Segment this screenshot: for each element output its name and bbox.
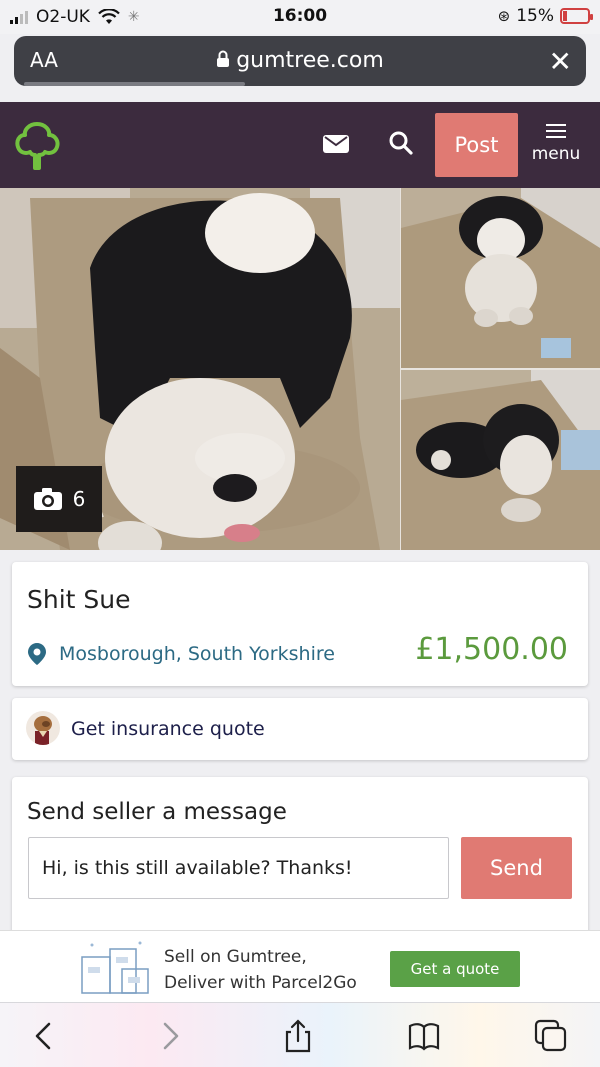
camera-icon bbox=[33, 488, 62, 510]
promo-line-2: Deliver with Parcel2Go bbox=[164, 973, 357, 993]
main-photo[interactable]: 6 bbox=[0, 188, 400, 550]
forward-icon[interactable] bbox=[153, 1019, 187, 1053]
lock-icon bbox=[217, 50, 230, 67]
insurance-link[interactable]: Get insurance quote bbox=[71, 718, 265, 740]
photo-count: 6 bbox=[72, 487, 86, 511]
listing-price: £1,500.00 bbox=[415, 632, 568, 667]
get-quote-button[interactable]: Get a quote bbox=[390, 951, 520, 987]
status-right: ⊛ 15% bbox=[497, 6, 593, 26]
send-button[interactable]: Send bbox=[461, 837, 572, 899]
site-header: Post menu bbox=[0, 102, 600, 188]
insurance-quote-card[interactable]: Get insurance quote bbox=[12, 698, 588, 760]
parcel2go-banner[interactable]: Sell on Gumtree, Deliver with Parcel2Go … bbox=[0, 930, 600, 1002]
post-ad-button[interactable]: Post bbox=[435, 113, 518, 177]
location-pin-icon bbox=[28, 643, 46, 665]
domain-text: gumtree.com bbox=[236, 48, 384, 73]
close-icon[interactable]: ✕ bbox=[549, 45, 572, 78]
messages-icon[interactable] bbox=[323, 135, 349, 153]
listing-title: Shit Sue bbox=[27, 585, 131, 614]
promo-text: Sell on Gumtree, Deliver with Parcel2Go bbox=[164, 944, 357, 996]
browser-toolbar bbox=[0, 1002, 600, 1067]
message-seller-card: Send seller a message Hi, is this still … bbox=[12, 777, 588, 937]
meerkat-avatar bbox=[26, 711, 60, 745]
status-bar: O2-UK ✳ 16:00 ⊛ 15% bbox=[0, 0, 600, 34]
url-display[interactable]: gumtree.com bbox=[14, 48, 586, 73]
battery-icon bbox=[560, 8, 593, 24]
back-icon[interactable] bbox=[27, 1019, 61, 1053]
orientation-lock-icon: ⊛ bbox=[497, 7, 511, 25]
dog-photo-thumb-1 bbox=[401, 188, 600, 368]
thumbnail-photo-2[interactable] bbox=[401, 370, 600, 550]
gumtree-logo[interactable] bbox=[14, 120, 60, 172]
listing-summary-card: Shit Sue Mosborough, South Yorkshire £1,… bbox=[12, 562, 588, 686]
promo-line-1: Sell on Gumtree, bbox=[164, 947, 307, 967]
hamburger-icon bbox=[546, 124, 566, 138]
battery-percent: 15% bbox=[516, 6, 554, 26]
bookmarks-icon[interactable] bbox=[407, 1019, 441, 1053]
dog-photo-thumb-2 bbox=[401, 370, 600, 550]
message-title: Send seller a message bbox=[27, 799, 287, 825]
share-icon[interactable] bbox=[281, 1019, 315, 1053]
menu-label: menu bbox=[531, 144, 581, 164]
address-bar[interactable]: AA gumtree.com ✕ bbox=[14, 36, 586, 86]
menu-button[interactable]: menu bbox=[528, 124, 584, 164]
parcels-illustration bbox=[81, 941, 149, 994]
thumbnail-photo-1[interactable] bbox=[401, 188, 600, 368]
tabs-icon[interactable] bbox=[534, 1019, 568, 1053]
photo-gallery: 6 bbox=[0, 188, 600, 550]
photo-count-badge[interactable]: 6 bbox=[16, 466, 102, 532]
search-icon[interactable] bbox=[388, 130, 414, 156]
message-input[interactable]: Hi, is this still available? Thanks! bbox=[28, 837, 449, 899]
location-text: Mosborough, South Yorkshire bbox=[59, 643, 335, 665]
listing-location[interactable]: Mosborough, South Yorkshire bbox=[27, 642, 335, 666]
page-load-progress bbox=[24, 82, 245, 86]
